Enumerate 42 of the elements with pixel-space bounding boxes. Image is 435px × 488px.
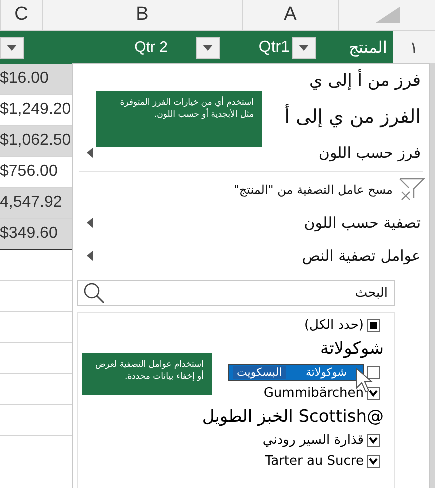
list-item[interactable]: قذارة السير رودني: [262, 433, 364, 448]
caret-icon: [7, 44, 17, 50]
table-cell: 4,547.92: [0, 194, 62, 212]
menu-item[interactable]: عوامل تصفية النص: [73, 239, 429, 272]
menu-item[interactable]: تصفية حسب اللون: [73, 206, 429, 239]
list-item[interactable]: Tarter au Sucre: [265, 454, 364, 469]
checkbox[interactable]: [367, 434, 380, 447]
table-cell: $756.00: [0, 163, 58, 181]
submenu-arrow-icon: [87, 218, 93, 228]
list-item[interactable]: (حدد الكل): [304, 318, 364, 333]
filter-dropdown-button[interactable]: [196, 36, 220, 58]
checkbox[interactable]: [367, 366, 380, 379]
list-item[interactable]: Gummibärchen: [264, 386, 364, 401]
table-cell: $1,249.20: [0, 101, 72, 119]
column-header[interactable]: C: [0, 0, 42, 30]
checkbox[interactable]: [367, 319, 380, 332]
list-item[interactable]: @Scottish الخبز الطويل: [202, 407, 384, 427]
filter-dropdown-button[interactable]: [292, 36, 316, 58]
table-cell: $349.60: [0, 225, 58, 243]
tooltip: استخدم أي من خيارات الفرز المتوفرة مثل الأبجدية أو حسب اللون.: [96, 91, 262, 147]
caret-icon: [299, 44, 309, 50]
clear-filter-icon: [399, 178, 425, 202]
filter-dropdown-button[interactable]: [0, 36, 24, 58]
menu-item[interactable]: مسح عامل التصفية من "المنتج": [234, 183, 393, 197]
tooltip: استخدام عوامل التصفية لعرض أو إخفاء بيانات محددة.: [82, 353, 212, 395]
table-cell: $16.00: [0, 70, 49, 88]
column-header[interactable]: B: [42, 0, 242, 30]
selected-list-item[interactable]: شوكولاتة البسكويت: [228, 364, 364, 381]
table-header: المنتج: [349, 38, 387, 58]
list-item[interactable]: شوكولاتة: [320, 339, 384, 359]
submenu-arrow-icon: [87, 250, 93, 260]
table-header: Qtr 2: [134, 39, 168, 56]
submenu-arrow-icon: [87, 148, 93, 158]
checkbox[interactable]: [367, 387, 380, 400]
caret-icon: [203, 44, 213, 50]
table-cell: $1,062.50: [0, 132, 72, 150]
search-icon: [82, 281, 106, 305]
search-field[interactable]: البحث: [77, 280, 395, 306]
checkbox[interactable]: [367, 455, 380, 468]
column-header[interactable]: A: [242, 0, 338, 30]
row-header[interactable]: ١: [393, 31, 435, 64]
table-header: Qtr1: [258, 38, 290, 56]
